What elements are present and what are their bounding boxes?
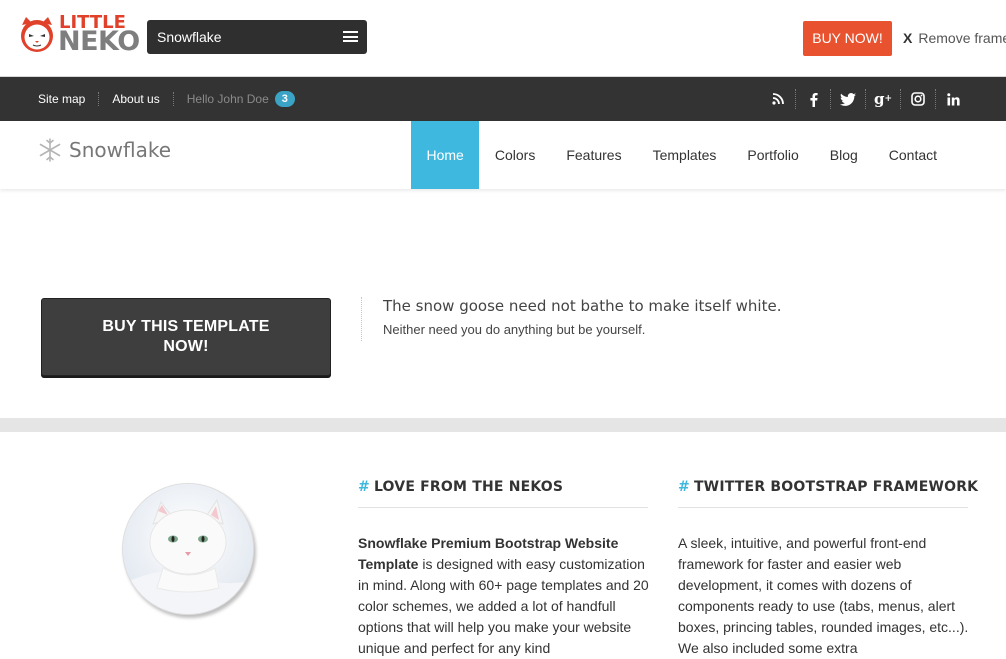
site-map-link[interactable]: Site map [38,92,85,106]
linkedin-icon[interactable] [936,88,970,110]
close-icon: X [903,30,913,46]
bootstrap-framework-heading: # TWITTER BOOTSTRAP FRAMEWORK [678,479,978,495]
main-menu: Home Colors Features Templates Portfolio… [411,121,953,189]
section-divider [0,418,1006,432]
heading-underline [358,507,648,508]
heading-underline [678,507,968,508]
nav-item-contact[interactable]: Contact [873,121,952,189]
bootstrap-framework-text: A sleek, intuitive, and powerful front-e… [678,535,969,656]
nav-item-portfolio[interactable]: Portfolio [732,121,814,189]
theme-select[interactable]: Snowflake [147,20,367,54]
hero-subquote: Neither need you do anything but be your… [383,322,646,337]
main-navbar: Snowflake Home Colors Features Templates… [0,121,1006,189]
frame-bar: LITTLE NEKO Snowflake BUY NOW! X Remove f… [0,0,1006,77]
love-from-nekos-text: Snowflake Premium Bootstrap Website Temp… [358,533,650,659]
snowflake-icon [39,138,61,162]
menu-icon [343,31,358,42]
site-brand[interactable]: Snowflake [38,138,171,162]
nav-item-blog[interactable]: Blog [814,121,873,189]
user-greeting[interactable]: Hello John Doe [187,92,269,106]
buy-template-label-line1: BUY THIS TEMPLATE [102,318,270,335]
twitter-icon[interactable] [831,88,865,110]
rss-icon[interactable] [761,88,795,110]
nav-item-features[interactable]: Features [551,121,637,189]
little-neko-logo[interactable]: LITTLE NEKO [18,14,140,58]
nav-item-templates[interactable]: Templates [637,121,732,189]
notification-badge[interactable]: 3 [274,91,295,107]
hero-quote: The snow goose need not bathe to make it… [383,297,782,315]
brand-name: Snowflake [69,138,171,162]
buy-template-label-line2: NOW! [163,338,209,355]
hash-icon: # [358,479,370,495]
heading-text: LOVE FROM THE NEKOS [373,479,564,495]
hash-icon: # [678,479,690,495]
social-links: g + [761,88,970,110]
buy-template-button[interactable]: BUY THIS TEMPLATE NOW! [41,298,331,376]
about-us-link[interactable]: About us [112,92,159,106]
logo-word-neko: NEKO [58,26,140,57]
top-links: Site map About us Hello John Doe 3 [38,91,295,107]
nav-item-home[interactable]: Home [411,121,480,189]
divider [172,92,174,106]
facebook-icon[interactable] [796,88,830,110]
love-from-nekos-heading: # LOVE FROM THE NEKOS [358,479,563,495]
google-plus-icon[interactable]: g + [866,88,900,110]
remove-frame-label: Remove frame [918,30,1006,46]
heading-text: TWITTER BOOTSTRAP FRAMEWORK [693,479,979,495]
quote-divider [361,297,362,341]
white-cat-image [122,483,254,615]
theme-select-value: Snowflake [157,29,222,45]
remove-frame-link[interactable]: X Remove frame [903,30,1006,46]
divider [98,92,100,106]
instagram-icon[interactable] [901,88,935,110]
nav-item-colors[interactable]: Colors [479,121,550,189]
buy-now-button[interactable]: BUY NOW! [803,21,892,56]
cat-face-icon [21,17,53,52]
info-bar: Site map About us Hello John Doe 3 g + [0,77,1006,121]
